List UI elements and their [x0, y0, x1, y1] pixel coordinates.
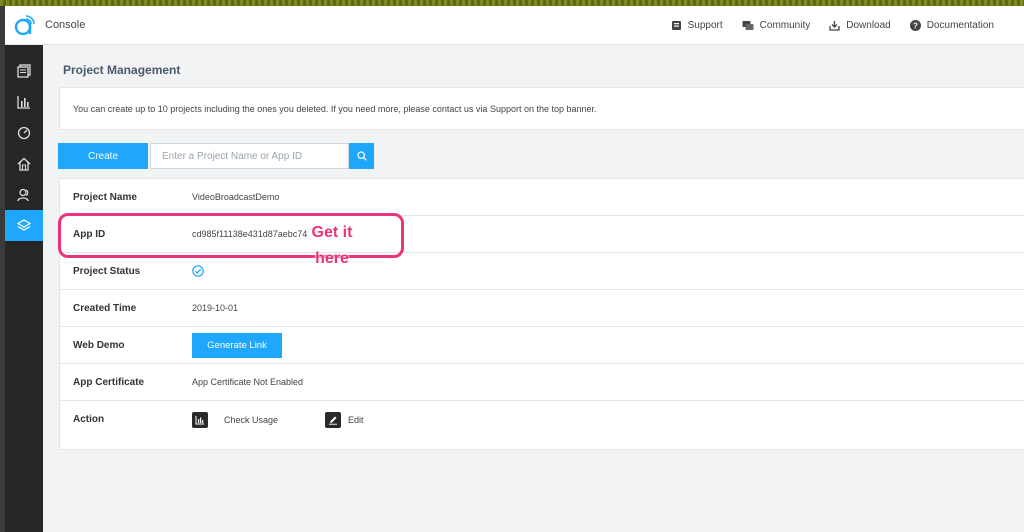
row-web-demo: Web Demo Generate Link — [60, 327, 1024, 364]
row-project-name: Project Name VideoBroadcastDemo — [60, 179, 1024, 216]
app-title: Console — [45, 19, 86, 31]
sidebar-item-analytics[interactable] — [5, 86, 43, 117]
sidebar-item-dashboard[interactable] — [5, 117, 43, 148]
search-input[interactable] — [150, 143, 349, 169]
row-created-time: Created Time 2019-10-01 — [60, 290, 1024, 327]
projects-list-icon — [17, 63, 31, 78]
check-circle-icon — [192, 265, 204, 277]
usage-chart-icon — [192, 411, 208, 428]
created-time-value: 2019-10-01 — [192, 303, 239, 313]
notice-banner: You can create up to 10 projects includi… — [59, 87, 1024, 130]
generate-link-button[interactable]: Generate Link — [192, 332, 282, 358]
nav-download-label: Download — [846, 20, 891, 31]
action-value: Check Usage Edit — [192, 411, 411, 428]
app-certificate-label: App Certificate — [73, 376, 145, 388]
nav-community[interactable]: Community — [742, 20, 811, 31]
download-icon — [829, 21, 840, 31]
edit-pencil-icon — [325, 411, 342, 428]
project-status-label: Project Status — [73, 265, 141, 277]
sidebar-item-projects[interactable] — [5, 55, 43, 86]
nav-support[interactable]: Support — [671, 20, 723, 31]
sidebar-item-layers[interactable] — [5, 210, 43, 241]
row-action: Action Check Usage Edit — [60, 401, 1024, 438]
nav-download[interactable]: Download — [829, 20, 891, 31]
top-header: Console Support Community Download ? Doc… — [5, 6, 1024, 45]
search-icon — [356, 151, 367, 161]
community-icon — [742, 21, 754, 30]
nav-documentation[interactable]: ? Documentation — [909, 20, 994, 31]
sidebar-item-home[interactable] — [5, 148, 43, 179]
top-nav: Support Community Download ? Documentati… — [671, 6, 1024, 45]
project-name-value: VideoBroadcastDemo — [192, 192, 280, 202]
analytics-icon — [17, 95, 30, 109]
nav-community-label: Community — [759, 20, 811, 31]
web-demo-label: Web Demo — [73, 339, 125, 351]
row-app-certificate: App Certificate App Certificate Not Enab… — [60, 364, 1024, 401]
action-label: Action — [73, 414, 105, 425]
svg-text:?: ? — [913, 22, 918, 31]
project-status-value — [192, 265, 204, 277]
web-demo-value: Generate Link — [192, 332, 282, 358]
support-icon — [671, 21, 681, 30]
created-time-label: Created Time — [73, 302, 137, 314]
layers-icon — [17, 218, 31, 231]
logo-icon[interactable] — [13, 14, 35, 36]
nav-support-label: Support — [687, 20, 723, 31]
home-icon — [17, 157, 31, 171]
help-icon: ? — [909, 20, 921, 31]
edit-action[interactable]: Edit — [325, 411, 364, 428]
app-certificate-value: App Certificate Not Enabled — [192, 377, 304, 387]
annotation-line-1: Get it — [311, 224, 353, 241]
check-usage-action[interactable]: Check Usage — [192, 411, 279, 428]
row-project-status: Project Status — [60, 253, 1024, 290]
sidebar-item-users[interactable] — [5, 179, 43, 210]
create-button[interactable]: Create — [58, 143, 148, 169]
dashboard-gauge-icon — [17, 126, 31, 139]
search-button[interactable] — [349, 143, 374, 169]
edit-label: Edit — [348, 414, 364, 425]
main-content: Project Management You can create up to … — [43, 45, 1024, 532]
sidebar — [5, 45, 43, 532]
page-title: Project Management — [63, 63, 181, 77]
notice-text: You can create up to 10 projects includi… — [73, 103, 597, 114]
check-usage-label: Check Usage — [224, 414, 279, 425]
nav-documentation-label: Documentation — [926, 20, 994, 31]
annotation-callout: Get it here — [302, 220, 362, 272]
annotation-line-2: here — [315, 250, 349, 267]
users-icon — [17, 188, 29, 201]
project-name-label: Project Name — [73, 191, 137, 203]
